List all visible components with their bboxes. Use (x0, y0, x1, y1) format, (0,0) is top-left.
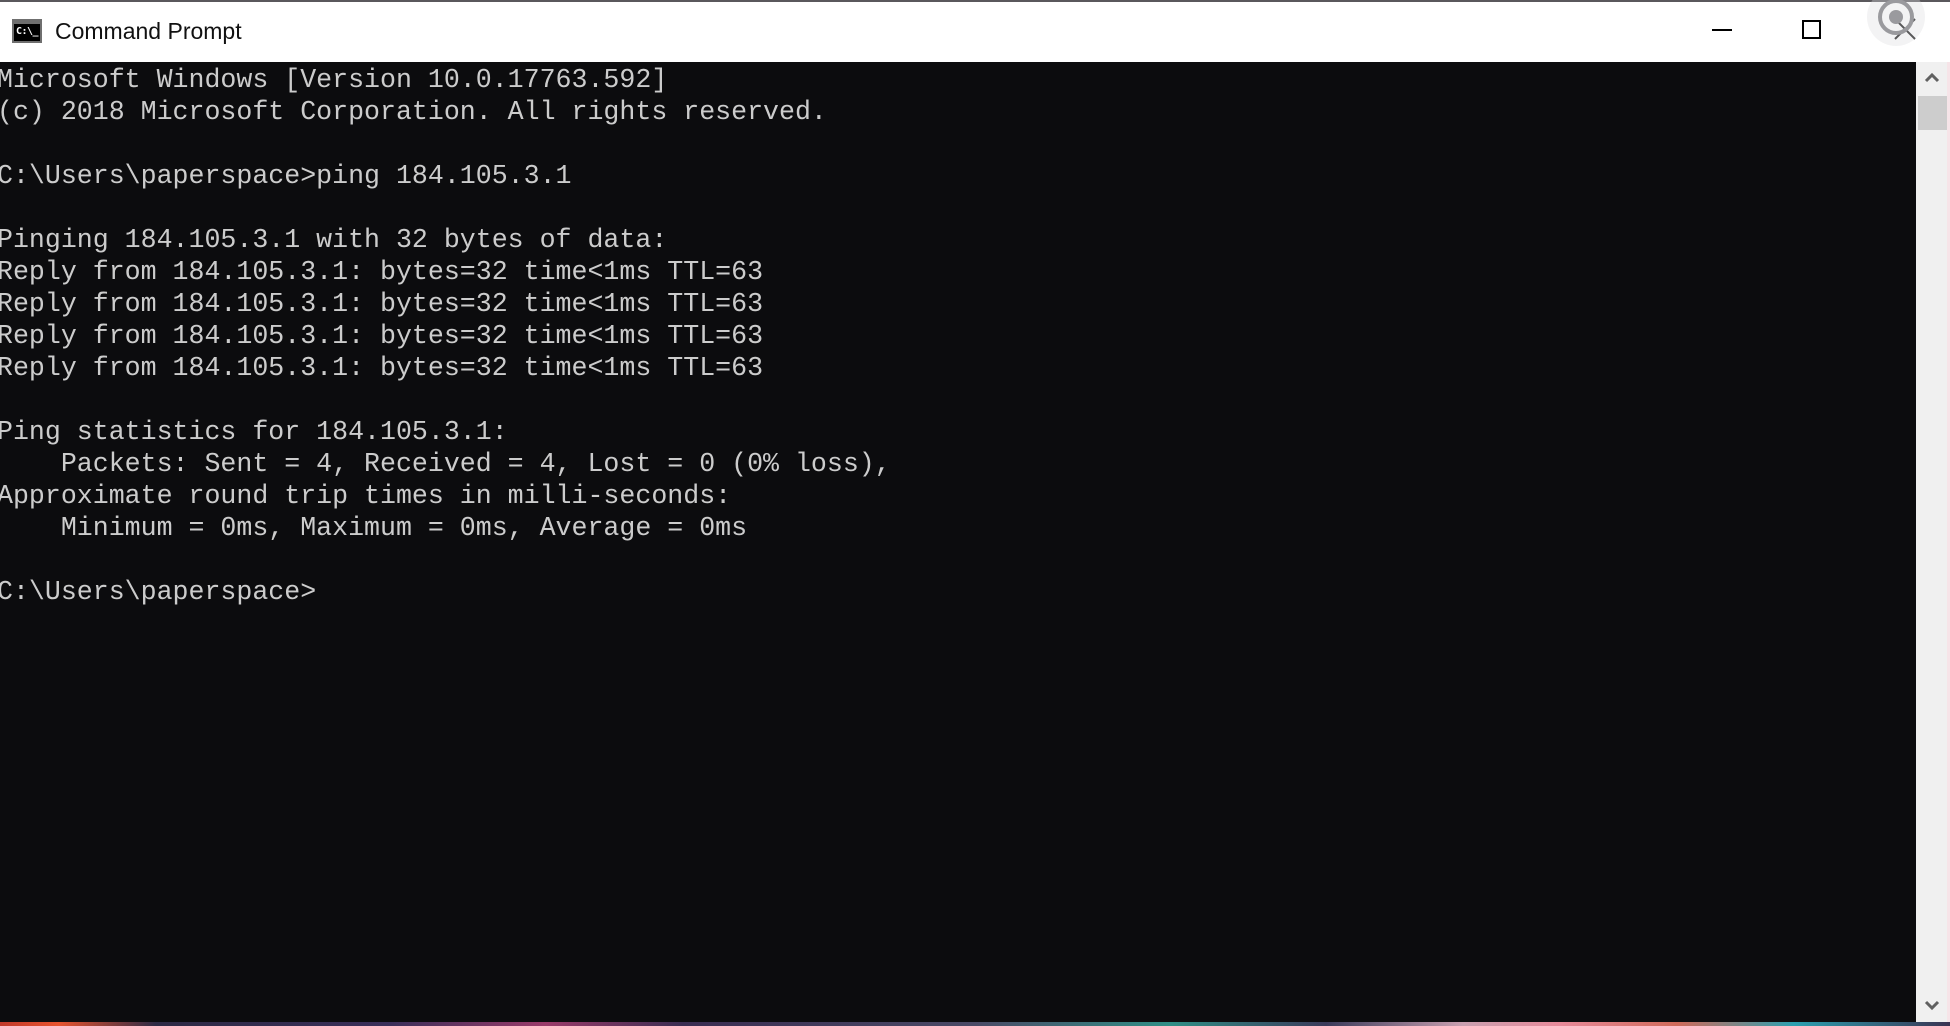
terminal-line: Ping statistics for 184.105.3.1: (0, 417, 508, 447)
terminal-line: Reply from 184.105.3.1: bytes=32 time<1m… (0, 257, 764, 287)
cmd-icon[interactable]: C:\_ (12, 19, 42, 43)
terminal-line: Packets: Sent = 4, Received = 4, Lost = … (0, 449, 891, 479)
terminal-line: C:\Users\paperspace>ping 184.105.3.1 (0, 161, 572, 191)
minimize-icon (1712, 29, 1732, 31)
command-prompt-window: C:\_ Command Prompt Microsoft Windows [V… (0, 0, 1950, 1022)
close-icon (1894, 18, 1916, 40)
terminal-line: Minimum = 0ms, Maximum = 0ms, Average = … (0, 513, 748, 543)
cmd-icon-glyph: C:\_ (14, 24, 40, 41)
scrollbar-thumb[interactable] (1918, 96, 1947, 130)
terminal-line: (c) 2018 Microsoft Corporation. All righ… (0, 97, 827, 127)
terminal-output-area[interactable]: Microsoft Windows [Version 10.0.17763.59… (0, 62, 1916, 1022)
terminal-line: Reply from 184.105.3.1: bytes=32 time<1m… (0, 321, 764, 351)
maximize-button[interactable] (1768, 2, 1856, 62)
terminal-line: Reply from 184.105.3.1: bytes=32 time<1m… (0, 289, 764, 319)
terminal-line: Reply from 184.105.3.1: bytes=32 time<1m… (0, 353, 764, 383)
vertical-scrollbar[interactable] (1916, 62, 1950, 1022)
maximize-icon (1802, 20, 1821, 39)
terminal-line: Pinging 184.105.3.1 with 32 bytes of dat… (0, 225, 668, 255)
title-bar[interactable]: C:\_ Command Prompt (0, 2, 1950, 62)
chevron-down-icon[interactable] (1916, 990, 1948, 1022)
desktop-background-strip (0, 1022, 1950, 1026)
chevron-up-icon[interactable] (1916, 62, 1948, 94)
minimize-button[interactable] (1678, 2, 1766, 62)
close-button[interactable] (1858, 2, 1946, 62)
command-prompt-line[interactable]: C:\Users\paperspace> (0, 576, 891, 608)
terminal-text: Microsoft Windows [Version 10.0.17763.59… (0, 64, 891, 608)
terminal-line: Approximate round trip times in milli-se… (0, 481, 732, 511)
window-title: Command Prompt (55, 18, 242, 44)
terminal-line: Microsoft Windows [Version 10.0.17763.59… (0, 65, 668, 95)
